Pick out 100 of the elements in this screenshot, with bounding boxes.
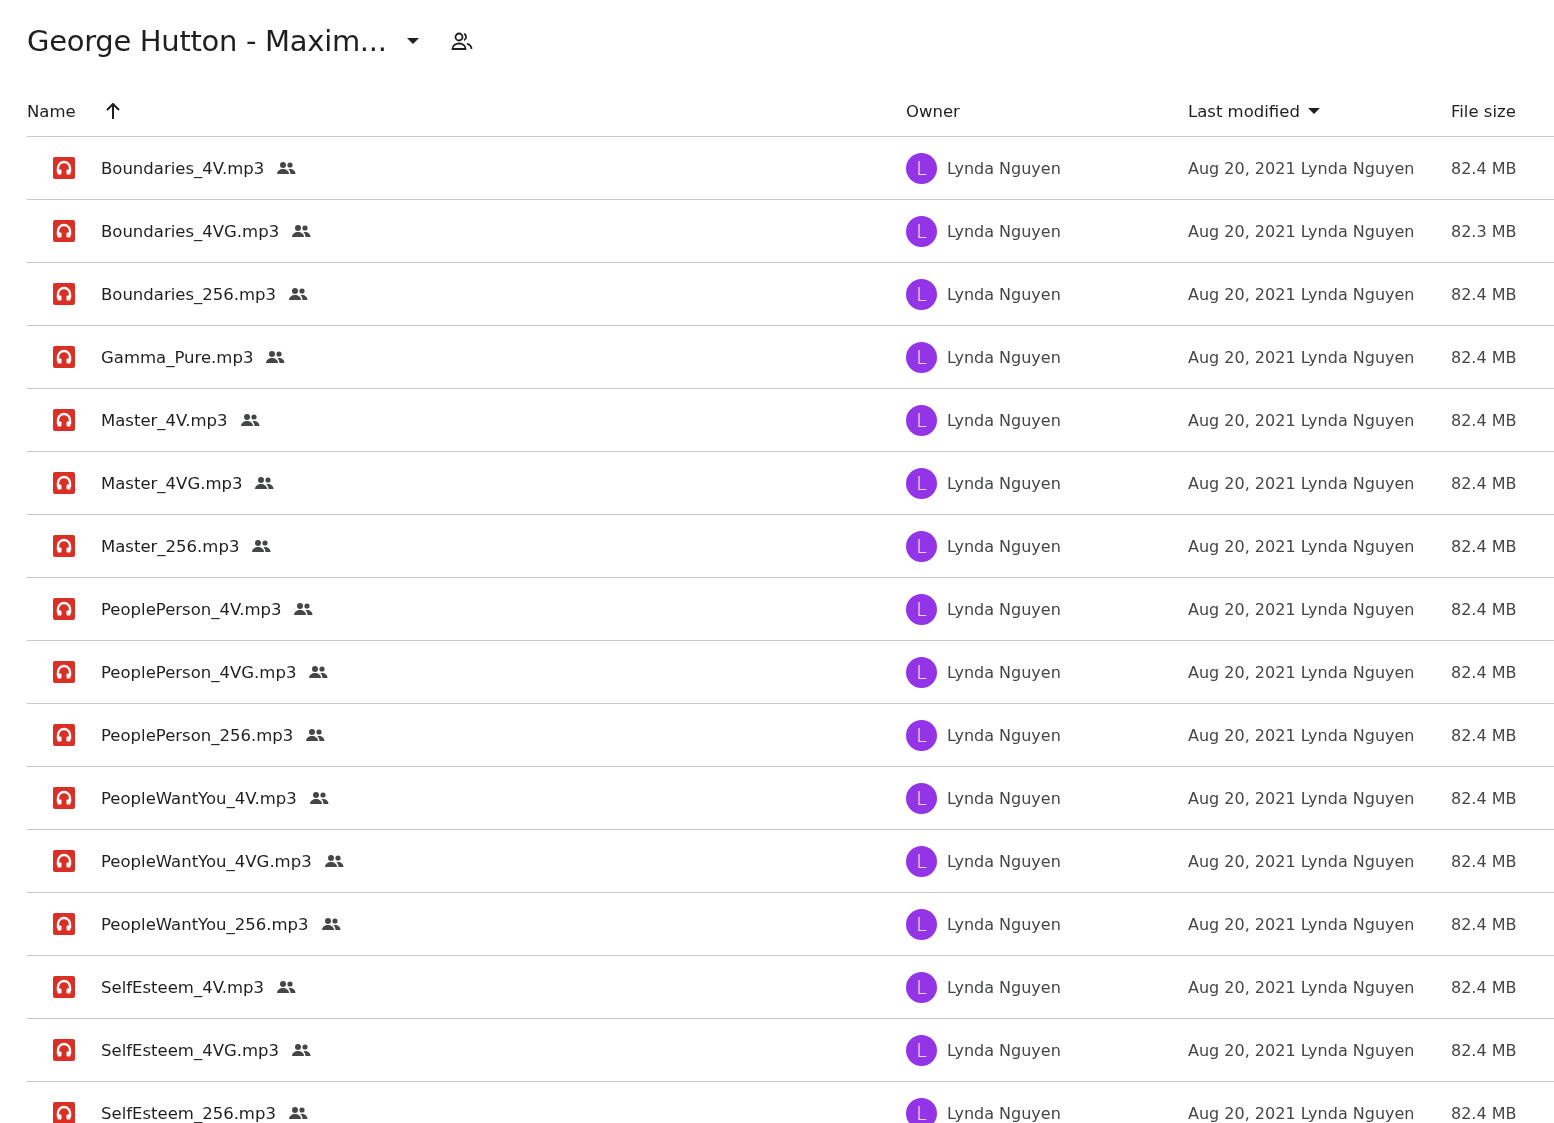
file-size: 82.4 MB — [1451, 599, 1518, 619]
owner-name: Lynda Nguyen — [947, 536, 1061, 556]
owner-name: Lynda Nguyen — [947, 851, 1061, 871]
last-modified: Aug 20, 2021 Lynda Nguyen — [1188, 473, 1416, 493]
last-modified: Aug 20, 2021 Lynda Nguyen — [1188, 977, 1416, 997]
file-name[interactable]: PeopleWantYou_4VG.mp3 — [101, 851, 312, 871]
audio-file-icon — [53, 913, 75, 935]
file-name[interactable]: Boundaries_256.mp3 — [101, 284, 277, 304]
file-name[interactable]: Boundaries_4VG.mp3 — [101, 221, 280, 241]
last-modified: Aug 20, 2021 Lynda Nguyen — [1188, 347, 1416, 367]
owner-name: Lynda Nguyen — [947, 347, 1061, 367]
owner-name: Lynda Nguyen — [947, 284, 1061, 304]
file-size: 82.4 MB — [1451, 473, 1518, 493]
owner-name: Lynda Nguyen — [947, 473, 1061, 493]
owner-avatar: L — [906, 593, 937, 625]
file-size: 82.4 MB — [1451, 914, 1518, 934]
owner-avatar: L — [906, 215, 937, 247]
file-name[interactable]: PeoplePerson_256.mp3 — [101, 725, 294, 745]
audio-file-icon — [53, 535, 75, 557]
owner-name: Lynda Nguyen — [947, 410, 1061, 430]
audio-file-icon — [53, 472, 75, 494]
file-size: 82.4 MB — [1451, 725, 1518, 745]
owner-avatar: L — [906, 467, 937, 499]
audio-file-icon — [53, 976, 75, 998]
audio-file-icon — [53, 346, 75, 368]
column-header[interactable]: Owner — [906, 101, 960, 121]
folder-title: George Hutton - Maxim... — [27, 24, 387, 58]
file-name[interactable]: Gamma_Pure.mp3 — [101, 347, 254, 367]
last-modified: Aug 20, 2021 Lynda Nguyen — [1188, 788, 1416, 808]
caret-icon[interactable] — [1307, 107, 1320, 115]
last-modified: Aug 20, 2021 Lynda Nguyen — [1188, 221, 1416, 241]
audio-file-icon — [53, 661, 75, 683]
audio-file-icon — [53, 157, 75, 179]
owner-name: Lynda Nguyen — [947, 662, 1061, 682]
owner-avatar: L — [906, 971, 937, 1003]
file-size: 82.4 MB — [1451, 347, 1518, 367]
owner-name: Lynda Nguyen — [947, 1103, 1061, 1123]
file-size: 82.3 MB — [1451, 221, 1518, 241]
file-name[interactable]: PeopleWantYou_256.mp3 — [101, 914, 309, 934]
column-header[interactable]: Name — [27, 101, 76, 121]
file-size: 82.4 MB — [1451, 1103, 1518, 1123]
file-size: 82.4 MB — [1451, 284, 1518, 304]
file-name[interactable]: Master_256.mp3 — [101, 536, 240, 556]
audio-file-icon — [53, 1039, 75, 1061]
last-modified: Aug 20, 2021 Lynda Nguyen — [1188, 599, 1416, 619]
file-name[interactable]: SelfEsteem_4V.mp3 — [101, 977, 265, 997]
last-modified: Aug 20, 2021 Lynda Nguyen — [1188, 158, 1416, 178]
file-size: 82.4 MB — [1451, 536, 1518, 556]
file-name[interactable]: SelfEsteem_256.mp3 — [101, 1103, 276, 1123]
file-size: 82.4 MB — [1451, 1040, 1518, 1060]
owner-avatar: L — [906, 719, 937, 751]
last-modified: Aug 20, 2021 Lynda Nguyen — [1188, 725, 1416, 745]
owner-avatar: L — [906, 341, 937, 373]
last-modified: Aug 20, 2021 Lynda Nguyen — [1188, 662, 1416, 682]
last-modified: Aug 20, 2021 Lynda Nguyen — [1188, 1040, 1416, 1060]
last-modified: Aug 20, 2021 Lynda Nguyen — [1188, 1103, 1416, 1123]
owner-avatar: L — [906, 782, 937, 814]
audio-file-icon — [53, 409, 75, 431]
owner-name: Lynda Nguyen — [947, 914, 1061, 934]
audio-file-icon — [53, 598, 75, 620]
audio-file-icon — [53, 787, 75, 809]
file-size: 82.4 MB — [1451, 158, 1518, 178]
owner-avatar: L — [906, 1097, 937, 1123]
file-size: 82.4 MB — [1451, 410, 1518, 430]
owner-avatar: L — [906, 1034, 937, 1066]
file-name[interactable]: PeoplePerson_4VG.mp3 — [101, 662, 297, 682]
audio-file-icon — [53, 724, 75, 746]
owner-avatar: L — [906, 278, 937, 310]
last-modified: Aug 20, 2021 Lynda Nguyen — [1188, 284, 1416, 304]
owner-avatar: L — [906, 152, 937, 184]
column-header[interactable]: Last modified — [1188, 101, 1300, 121]
file-name[interactable]: Master_4V.mp3 — [101, 410, 228, 430]
audio-file-icon — [53, 283, 75, 305]
last-modified: Aug 20, 2021 Lynda Nguyen — [1188, 914, 1416, 934]
owner-name: Lynda Nguyen — [947, 788, 1061, 808]
file-name[interactable]: Boundaries_4V.mp3 — [101, 158, 265, 178]
owner-avatar: L — [906, 404, 937, 436]
owner-name: Lynda Nguyen — [947, 221, 1061, 241]
owner-name: Lynda Nguyen — [947, 977, 1061, 997]
owner-name: Lynda Nguyen — [947, 725, 1061, 745]
column-header[interactable]: File size — [1451, 101, 1516, 121]
last-modified: Aug 20, 2021 Lynda Nguyen — [1188, 410, 1416, 430]
last-modified: Aug 20, 2021 Lynda Nguyen — [1188, 851, 1416, 871]
file-name[interactable]: PeoplePerson_4V.mp3 — [101, 599, 282, 619]
audio-file-icon — [53, 850, 75, 872]
owner-avatar: L — [906, 845, 937, 877]
last-modified: Aug 20, 2021 Lynda Nguyen — [1188, 536, 1416, 556]
file-size: 82.4 MB — [1451, 662, 1518, 682]
owner-avatar: L — [906, 530, 937, 562]
owner-name: Lynda Nguyen — [947, 1040, 1061, 1060]
file-size: 82.4 MB — [1451, 977, 1518, 997]
owner-avatar: L — [906, 656, 937, 688]
file-name[interactable]: SelfEsteem_4VG.mp3 — [101, 1040, 279, 1060]
file-name[interactable]: PeopleWantYou_4V.mp3 — [101, 788, 297, 808]
owner-name: Lynda Nguyen — [947, 158, 1061, 178]
file-name[interactable]: Master_4VG.mp3 — [101, 473, 243, 493]
owner-avatar: L — [906, 908, 937, 940]
file-size: 82.4 MB — [1451, 788, 1518, 808]
file-size: 82.4 MB — [1451, 851, 1518, 871]
audio-file-icon — [53, 220, 75, 242]
